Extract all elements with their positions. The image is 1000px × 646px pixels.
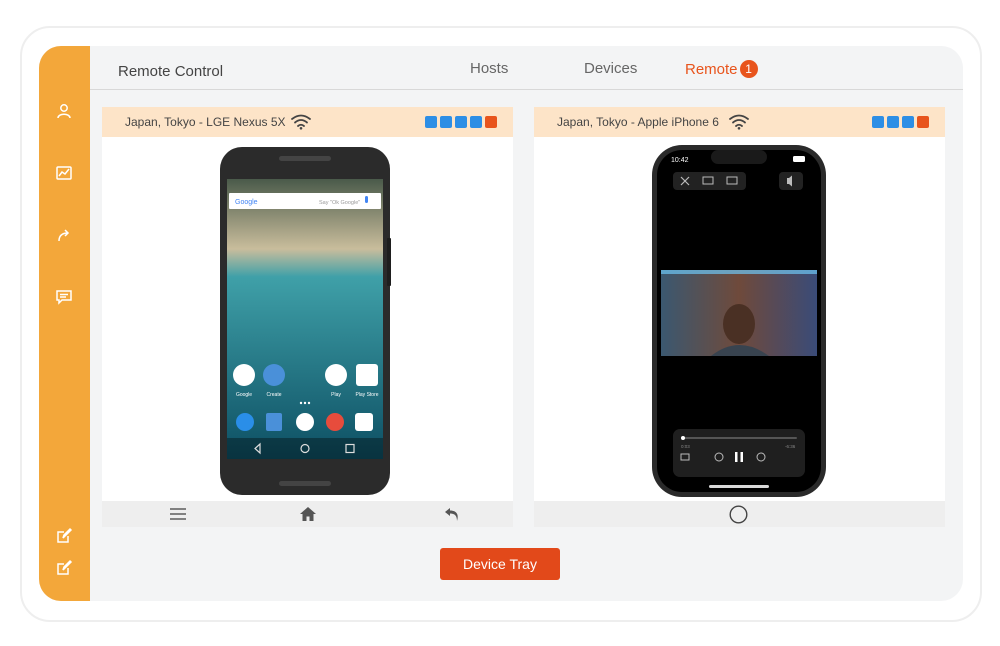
device-nav-bar <box>102 501 513 527</box>
app-window: Remote Control Hosts Devices Remote 1 Jap… <box>39 46 963 601</box>
tab-devices[interactable]: Devices <box>584 60 637 77</box>
move-icon[interactable] <box>872 116 884 128</box>
sidebar <box>39 46 90 601</box>
screenshot-icon[interactable] <box>425 116 437 128</box>
google-brand-text: Google <box>235 199 258 206</box>
tab-remote[interactable]: Remote 1 <box>685 60 758 78</box>
move-icon[interactable] <box>440 116 452 128</box>
close-icon[interactable] <box>917 116 929 128</box>
elapsed-time: 0:03 <box>681 444 690 449</box>
docs-app-icon <box>266 413 282 431</box>
app-drawer-icon <box>296 413 314 431</box>
minimize-icon[interactable] <box>470 116 482 128</box>
battery-icon <box>793 156 805 162</box>
refresh-icon[interactable] <box>455 116 467 128</box>
pause-icon <box>735 452 738 462</box>
chat-icon[interactable] <box>52 285 76 309</box>
user-icon[interactable] <box>52 99 76 123</box>
device-panel-iphone: Japan, Tokyo - Apple iPhone 6 10:42 0:03… <box>534 107 945 527</box>
device-nav-bar <box>534 501 945 527</box>
tab-remote-label: Remote <box>685 61 738 78</box>
edit-icon[interactable] <box>52 524 76 548</box>
back-icon[interactable] <box>444 506 462 522</box>
android-phone[interactable]: Google Say "Ok Google" Google Create Pla… <box>219 146 391 496</box>
edit-icon[interactable] <box>52 556 76 580</box>
page-title: Remote Control <box>118 63 224 80</box>
iphone-device[interactable]: 10:42 0:03 -6:36 <box>651 144 827 498</box>
tab-hosts[interactable]: Hosts <box>470 60 508 77</box>
create-app-icon <box>263 364 285 386</box>
wifi-icon <box>291 114 311 130</box>
status-time: 10:42 <box>671 157 689 164</box>
minimize-icon[interactable] <box>902 116 914 128</box>
header: Remote Control Hosts Devices Remote 1 <box>90 46 963 90</box>
home-button-icon[interactable] <box>729 505 748 524</box>
panel-header: Japan, Tokyo - Apple iPhone 6 <box>534 107 945 137</box>
chrome-app-icon <box>326 413 344 431</box>
device-location-name: Japan, Tokyo - Apple iPhone 6 <box>557 115 719 129</box>
google-app-icon <box>233 364 255 386</box>
home-icon[interactable] <box>299 506 317 522</box>
app-label-create: Create <box>266 392 281 398</box>
menu-icon[interactable] <box>169 506 187 522</box>
remaining-time: -6:36 <box>785 444 796 449</box>
app-label-google: Google <box>236 392 252 398</box>
wifi-icon <box>729 114 749 130</box>
app-label-play-store: Play Store <box>355 392 378 398</box>
play-app-icon <box>325 364 347 386</box>
phone-app-icon <box>236 413 254 431</box>
share-icon[interactable] <box>52 223 76 247</box>
device-location-name: Japan, Tokyo - LGE Nexus 5X <box>125 115 286 129</box>
chart-icon[interactable] <box>52 161 76 185</box>
mic-icon <box>365 196 368 203</box>
close-icon[interactable] <box>485 116 497 128</box>
refresh-icon[interactable] <box>887 116 899 128</box>
app-label-play: Play <box>331 392 341 398</box>
search-hint-text: Say "Ok Google" <box>319 200 360 206</box>
device-panel-android: Japan, Tokyo - LGE Nexus 5X Google Say "… <box>102 107 513 527</box>
remote-count-badge: 1 <box>739 60 758 78</box>
panel-header: Japan, Tokyo - LGE Nexus 5X <box>102 107 513 137</box>
window-controls <box>425 116 497 128</box>
window-controls <box>872 116 929 128</box>
camera-app-icon <box>355 413 373 431</box>
device-tray-button[interactable]: Device Tray <box>440 548 560 580</box>
play-store-icon <box>356 364 378 386</box>
